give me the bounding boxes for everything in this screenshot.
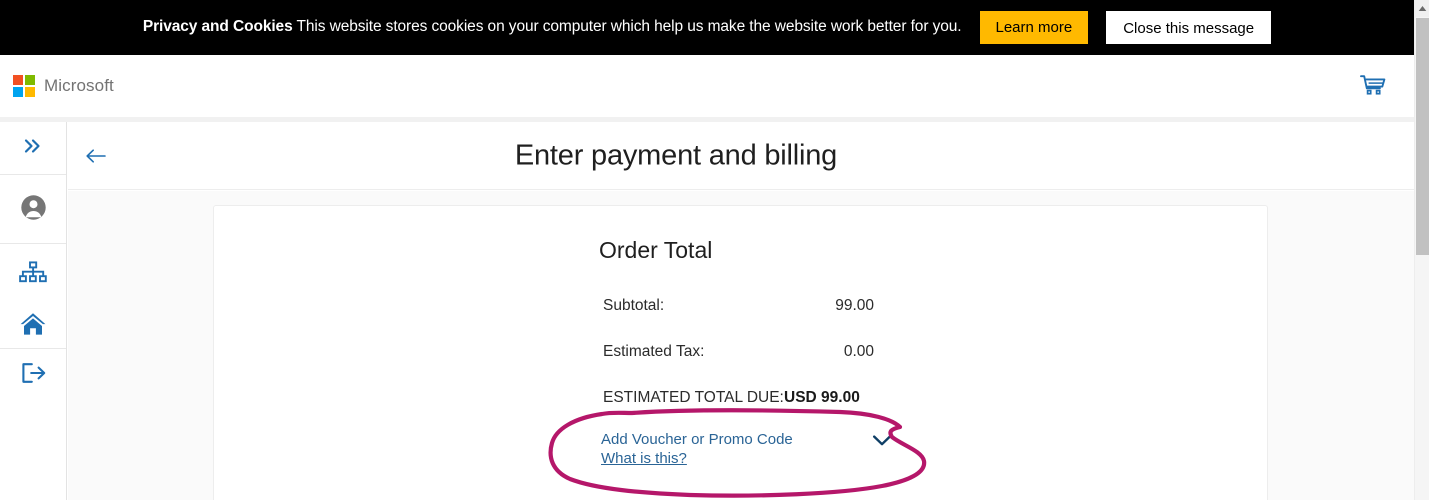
subtotal-label: Subtotal: [603, 297, 665, 314]
scrollbar-thumb[interactable] [1416, 18, 1429, 255]
voucher-block: Add Voucher or Promo Code What is this? [601, 430, 891, 468]
sidebar-item-account[interactable] [0, 184, 66, 236]
sidebar-divider-1 [0, 174, 66, 175]
cookie-banner-title: Privacy and Cookies [142, 18, 293, 35]
order-total-heading: Order Total [599, 237, 713, 263]
page-root: Privacy and Cookies This website stores … [0, 0, 1429, 500]
cookie-banner-message: This website stores cookies on your comp… [296, 18, 962, 35]
estimated-tax-label: Estimated Tax: [603, 343, 705, 360]
global-navigation-bar: Microsoft [0, 55, 1414, 117]
sign-out-icon [19, 361, 47, 390]
sidebar-item-expand-menu[interactable] [0, 122, 66, 174]
account-person-icon [20, 194, 47, 226]
sidebar-item-organization[interactable] [0, 250, 66, 302]
privacy-cookie-banner: Privacy and Cookies This website stores … [0, 0, 1414, 55]
home-icon [19, 311, 47, 342]
estimated-total-due-value: USD 99.00 [784, 389, 860, 406]
estimated-total-due-label: ESTIMATED TOTAL DUE: [603, 389, 784, 406]
sidebar-divider-2 [0, 243, 66, 244]
close-message-button[interactable]: Close this message [1106, 10, 1272, 44]
microsoft-wordmark: Microsoft [44, 76, 114, 95]
microsoft-logo[interactable]: Microsoft [13, 75, 114, 97]
learn-more-button[interactable]: Learn more [979, 10, 1089, 44]
order-total-card: Order Total Subtotal: 99.00 Estimated Ta… [213, 205, 1268, 500]
what-is-this-link[interactable]: What is this? [601, 449, 687, 468]
microsoft-squares-icon [13, 75, 35, 97]
scroll-up-arrow-icon[interactable] [1415, 0, 1429, 17]
org-chart-icon [19, 260, 47, 292]
left-sidebar [0, 122, 67, 500]
page-scrollbar[interactable] [1414, 0, 1429, 500]
cookie-banner-text: Privacy and Cookies This website stores … [143, 18, 962, 36]
content-area: Order Total Subtotal: 99.00 Estimated Ta… [68, 191, 1414, 500]
page-title: Enter payment and billing [514, 139, 838, 171]
sidebar-item-sign-out[interactable] [0, 349, 66, 401]
sidebar-item-home[interactable] [0, 300, 66, 352]
double-chevron-right-icon [22, 136, 44, 161]
page-header: Enter payment and billing [68, 122, 1414, 190]
estimated-tax-value: 0.00 [843, 343, 874, 360]
add-voucher-promo-code-link[interactable]: Add Voucher or Promo Code [601, 430, 891, 449]
shopping-cart-icon[interactable] [1356, 71, 1390, 101]
chevron-down-icon[interactable] [869, 430, 895, 450]
subtotal-value: 99.00 [835, 297, 874, 314]
